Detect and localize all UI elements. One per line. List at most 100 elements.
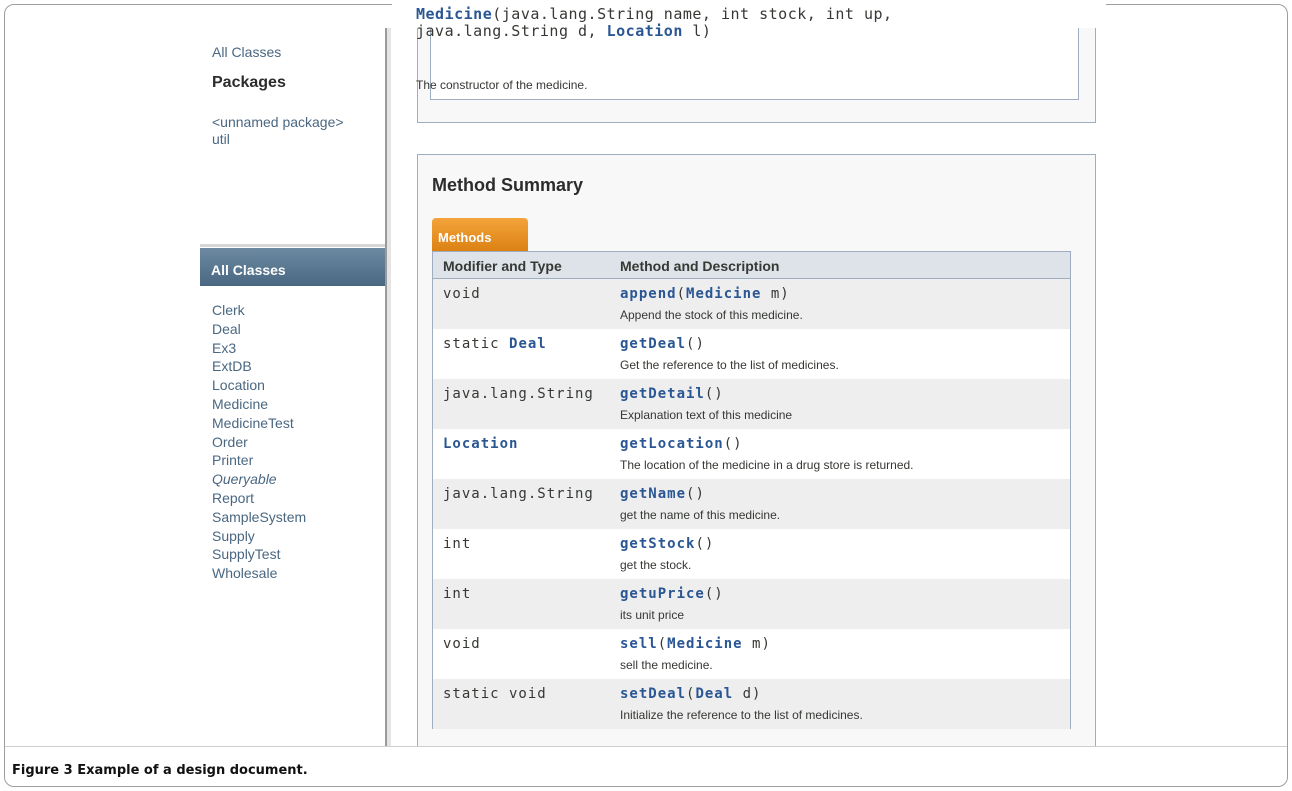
method-description: Initialize the reference to the list of … (620, 708, 863, 722)
packages-frame: All Classes Packages <unnamed package> u… (200, 28, 386, 244)
method-description: Explanation text of this medicine (620, 408, 793, 422)
method-description: sell the medicine. (620, 658, 713, 672)
class-link-deal[interactable]: Deal (212, 320, 306, 339)
method-description: its unit price (620, 608, 685, 622)
packages-heading: Packages (212, 74, 286, 91)
method-return-type: void (443, 636, 481, 652)
constructor-name-link[interactable]: Medicine (416, 5, 492, 23)
table-row: static void setDeal(Deal d) Initialize the… (433, 679, 1070, 729)
method-name-link[interactable]: getDeal (620, 336, 686, 352)
figure-caption: Figure 3 Example of a design document. (12, 763, 308, 778)
method-name-link[interactable]: append (620, 286, 677, 302)
method-table-header: Modifier and Type Method and Description (433, 252, 1070, 279)
param-type-link[interactable]: Medicine (686, 286, 761, 302)
package-list: <unnamed package> util (212, 114, 344, 148)
table-row: int getuPrice() its unit price (433, 579, 1070, 629)
frame-splitter[interactable] (200, 244, 386, 247)
param-type-link[interactable]: Deal (695, 686, 733, 702)
method-return-type: int (443, 536, 471, 552)
constructor-params-cont: java.lang.String d, (416, 22, 607, 40)
column-header-type: Modifier and Type (443, 258, 562, 274)
constructor-summary (417, 28, 1096, 123)
constructor-signature: Medicine(java.lang.String name, int stoc… (416, 6, 1056, 40)
method-params: () (686, 486, 705, 502)
return-type-text: static void (443, 686, 547, 702)
method-name-link[interactable]: getLocation (620, 436, 724, 452)
method-params: () (704, 386, 724, 402)
class-link-supply[interactable]: Supply (212, 527, 306, 546)
return-type-text: java.lang.String (443, 486, 594, 502)
method-return-type: static void (443, 686, 547, 702)
class-link-queryable[interactable]: Queryable (212, 470, 306, 489)
param-type-link[interactable]: Medicine (667, 636, 742, 652)
all-classes-link[interactable]: All Classes (212, 44, 281, 60)
method-rows: void append(Medicine m) Append the stock o… (433, 279, 1070, 729)
method-signature: getLocation() (620, 436, 743, 452)
method-signature: setDeal(Deal d) (620, 686, 761, 702)
method-name-link[interactable]: getDetail (620, 386, 705, 402)
return-type-text: java.lang.String (443, 386, 594, 402)
method-params: m) (761, 286, 790, 302)
all-classes-header: All Classes (200, 248, 385, 286)
method-params: () (686, 336, 705, 352)
method-signature: getDeal() (620, 336, 705, 352)
class-link-extdb[interactable]: ExtDB (212, 357, 306, 376)
return-type-text: void (443, 286, 481, 302)
method-signature: sell(Medicine m) (620, 636, 771, 652)
tab-methods[interactable]: Methods (432, 218, 528, 251)
method-description: Append the stock of this medicine. (620, 308, 803, 322)
class-link-printer[interactable]: Printer (212, 451, 306, 470)
method-summary: Method Summary Methods Modifier and Type… (417, 154, 1096, 746)
method-return-type: int (443, 586, 471, 602)
method-return-type: Location (443, 436, 518, 452)
class-link-medicine[interactable]: Medicine (212, 395, 306, 414)
method-return-type: java.lang.String (443, 486, 594, 502)
method-name-link[interactable]: getStock (620, 536, 695, 552)
class-link-clerk[interactable]: Clerk (212, 301, 306, 320)
return-type-text: static (443, 336, 510, 352)
method-name-link[interactable]: getuPrice (620, 586, 705, 602)
class-link-order[interactable]: Order (212, 433, 306, 452)
class-link-samplesystem[interactable]: SampleSystem (212, 508, 306, 527)
method-return-type: static Deal (443, 336, 547, 352)
method-name-link[interactable]: sell (620, 636, 658, 652)
method-params: ( (676, 286, 687, 302)
return-type-link[interactable]: Deal (509, 336, 547, 352)
figure-caption-text: Example of a design document. (72, 763, 308, 778)
caption-divider (5, 746, 1287, 747)
method-signature: getuPrice() (620, 586, 724, 602)
method-params: () (704, 586, 724, 602)
table-row: java.lang.String getName() get the name of… (433, 479, 1070, 529)
method-name-link[interactable]: getName (620, 486, 686, 502)
class-link-ex3[interactable]: Ex3 (212, 339, 306, 358)
constructor-params-end: l) (682, 22, 712, 40)
method-params: ( (657, 636, 668, 652)
table-row: Location getLocation() The location of the… (433, 429, 1070, 479)
return-type-text: int (443, 586, 472, 602)
method-params: d) (733, 686, 762, 702)
constructor-param-type-link[interactable]: Location (607, 22, 683, 40)
table-row: static Deal getDeal() Get the reference to… (433, 329, 1070, 379)
package-link-unnamed[interactable]: <unnamed package> (212, 114, 344, 131)
constructor-params: (java.lang.String name, int stock, int u… (492, 5, 893, 23)
class-link-wholesale[interactable]: Wholesale (212, 564, 306, 583)
figure-label: Figure 3 (12, 763, 73, 778)
class-link-supplytest[interactable]: SupplyTest (212, 545, 306, 564)
method-table: Modifier and Type Method and Description… (432, 251, 1071, 729)
method-name-link[interactable]: setDeal (620, 686, 686, 702)
method-params: () (723, 436, 743, 452)
return-type-link[interactable]: Location (443, 436, 518, 452)
class-list: Clerk Deal Ex3 ExtDB Location Medicine Medicin… (212, 301, 306, 583)
method-summary-title: Method Summary (432, 175, 584, 195)
class-link-location[interactable]: Location (212, 376, 306, 395)
method-signature: getDetail() (620, 386, 724, 402)
return-type-text: int (443, 536, 472, 552)
column-header-method: Method and Description (620, 258, 780, 274)
method-signature: getName() (620, 486, 705, 502)
table-row: java.lang.String getDetail() Explanation t… (433, 379, 1070, 429)
method-signature: getStock() (620, 536, 714, 552)
class-link-report[interactable]: Report (212, 489, 306, 508)
method-description: The location of the medicine in a drug s… (620, 458, 914, 472)
class-link-medicinetest[interactable]: MedicineTest (212, 414, 306, 433)
package-link-util[interactable]: util (212, 131, 344, 148)
